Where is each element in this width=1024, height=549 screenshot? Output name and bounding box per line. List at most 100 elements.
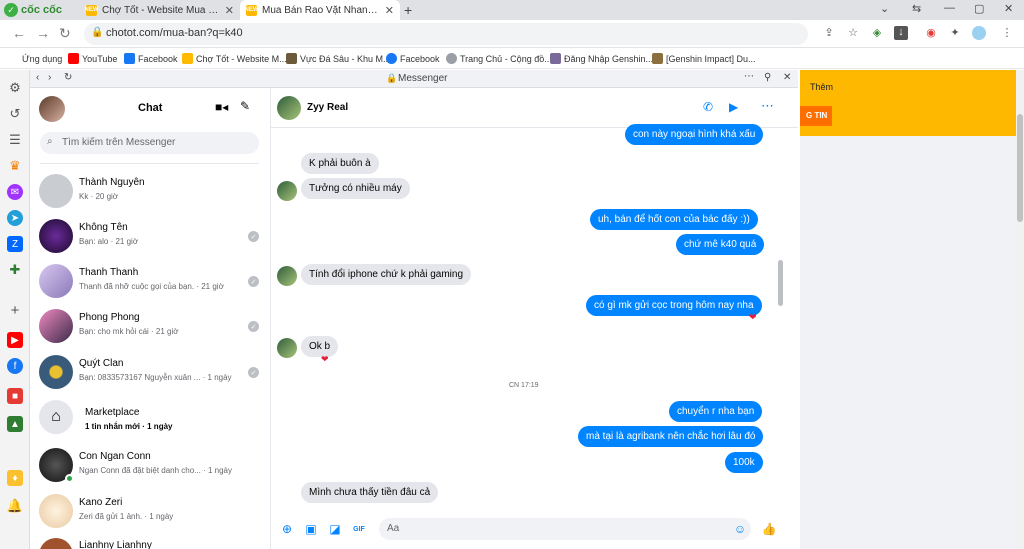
more-link[interactable]: Thêm xyxy=(810,82,833,92)
popup-close-icon[interactable]: ✕ xyxy=(783,72,791,83)
heart-reaction-icon[interactable]: ❤ xyxy=(749,312,757,323)
conversation-item[interactable]: Con Ngan Conn Ngan Conn đã đặt biệt danh… xyxy=(30,444,271,488)
chat-list-header: Chat ■◂ ✎ xyxy=(30,88,271,128)
chotot-header-banner: Thêm G TIN xyxy=(800,70,1016,136)
my-avatar[interactable] xyxy=(39,96,65,122)
conversation-preview: Zeri đã gửi 1 ảnh. · 1 ngày xyxy=(79,512,174,521)
telegram-icon[interactable]: ➤ xyxy=(7,210,23,226)
facebook-icon[interactable]: f xyxy=(7,358,23,374)
game-icon[interactable]: ✚ xyxy=(7,262,23,278)
bookmark-trangchu[interactable]: Trang Chủ - Cộng đồ... xyxy=(446,53,552,64)
scroll-thumb[interactable] xyxy=(1017,114,1023,222)
post-listing-button[interactable]: G TIN xyxy=(800,106,832,126)
notes-icon[interactable]: ☰ xyxy=(7,132,23,148)
profile-avatar[interactable] xyxy=(972,26,986,40)
url-field[interactable]: 🔒 chotot.com/mua-ban?q=k40 xyxy=(84,23,808,45)
plus-circle-icon[interactable]: ⊕ xyxy=(280,522,294,536)
conversation-item[interactable]: Quýt Clan Bạn: 0833573167 Nguyễn xuân ..… xyxy=(30,351,271,395)
gif-icon[interactable]: GIF xyxy=(352,522,366,536)
emoji-icon[interactable]: ☺ xyxy=(733,522,747,536)
contact-avatar[interactable] xyxy=(277,96,301,120)
conversation-item-marketplace[interactable]: ⌂ Marketplace 1 tin nhắn mới · 1 ngày xyxy=(30,396,271,440)
popup-more-icon[interactable]: ⋯ xyxy=(744,71,754,82)
history-icon[interactable]: ↺ xyxy=(7,106,23,122)
like-thumb-icon[interactable]: 👍 xyxy=(762,522,777,536)
back-forward-cache-icon[interactable]: ⇆ xyxy=(912,2,921,15)
add-icon[interactable]: + xyxy=(7,302,23,319)
forward-icon[interactable]: → xyxy=(36,25,50,41)
message-in[interactable]: K phải buôn à xyxy=(301,153,379,174)
close-tab-icon[interactable]: ✕ xyxy=(385,4,394,17)
bookmark-genshin-login[interactable]: Đăng Nhập Genshin... xyxy=(550,53,653,64)
search-input[interactable]: ⌕ Tìm kiếm trên Messenger xyxy=(40,132,259,154)
bookmark-star-icon[interactable]: ☆ xyxy=(846,26,860,40)
sticker-icon[interactable]: ◪ xyxy=(328,522,342,536)
video-call-icon[interactable]: ■◂ xyxy=(215,100,228,114)
message-out[interactable]: 100k xyxy=(725,452,763,473)
zalo-icon[interactable]: Z xyxy=(7,236,23,252)
message-out[interactable]: chuyển r nha bạn xyxy=(669,401,763,422)
extension-icon[interactable]: ◈ xyxy=(870,26,884,40)
settings-icon[interactable]: ⚙ xyxy=(7,80,23,96)
extensions-puzzle-icon[interactable]: ✦ xyxy=(948,26,962,40)
message-in[interactable]: Ok b xyxy=(301,336,339,357)
conversation-item[interactable]: Thanh Thanh Thanh đã nhỡ cuộc gọi của bạ… xyxy=(30,260,271,304)
app-green-icon[interactable]: ▲ xyxy=(7,416,23,432)
message-input[interactable]: Aa xyxy=(379,518,751,540)
close-tab-icon[interactable]: ✕ xyxy=(225,4,234,17)
extension-red-icon[interactable]: ◉ xyxy=(924,26,938,40)
minimize-button[interactable]: — xyxy=(944,2,955,14)
menu-icon[interactable]: ⋮ xyxy=(1000,26,1014,40)
bookmark-chotot[interactable]: Chợ Tốt - Website M... xyxy=(182,53,287,64)
tab-search-icon[interactable]: ⌄ xyxy=(880,2,889,15)
phone-call-icon[interactable]: ✆ xyxy=(703,100,713,114)
message-in[interactable]: Tính đổi iphone chứ k phải gaming xyxy=(301,264,472,285)
bookmark-facebook[interactable]: Facebook xyxy=(124,53,178,64)
message-out[interactable]: uh, bán để hốt con của bác đấy :)) xyxy=(590,209,758,230)
message-in[interactable]: Tưởng có nhiều máy xyxy=(301,178,410,199)
chat-scrollbar[interactable] xyxy=(778,260,783,306)
bookmark-vucdasau[interactable]: Vực Đá Sâu - Khu M... xyxy=(286,53,391,64)
back-icon[interactable]: ← xyxy=(12,25,26,41)
popup-back-icon[interactable]: ‹ xyxy=(36,72,39,83)
page-scrollbar[interactable] xyxy=(1016,70,1024,549)
maximize-button[interactable]: ▢ xyxy=(974,2,984,15)
contact-name[interactable]: Zyy Real xyxy=(307,102,348,113)
conversation-item[interactable]: Không Tên Bạn: alo · 21 giờ ✓ xyxy=(30,215,271,259)
heart-reaction-icon[interactable]: ❤ xyxy=(321,354,329,365)
download-icon[interactable]: ↓ xyxy=(894,26,908,40)
new-message-icon[interactable]: ✎ xyxy=(240,99,250,113)
conversation-item[interactable]: Thành Nguyên Kk · 20 giờ xyxy=(30,170,271,214)
youtube-icon[interactable]: ▶ xyxy=(7,332,23,348)
app-yellow-icon[interactable]: ♦ xyxy=(7,470,23,486)
bookmark-youtube[interactable]: YouTube xyxy=(68,53,117,64)
conversation-item[interactable]: Phong Phong Bạn: cho mk hỏi cái · 21 giờ… xyxy=(30,305,271,349)
conversation-item[interactable]: Lianhny Lianhny xyxy=(30,534,271,549)
tab-chotot[interactable]: NEW Chợ Tốt - Website Mua Bán, R ✕ xyxy=(80,0,240,20)
share-icon[interactable]: ⇪ xyxy=(822,26,836,40)
image-icon[interactable]: ▣ xyxy=(304,522,318,536)
popup-reload-icon[interactable]: ↻ xyxy=(64,72,72,83)
message-in[interactable]: Mình chưa thấy tiền đâu cả xyxy=(301,482,439,503)
bookmark-genshin-impact[interactable]: [Genshin Impact] Du... xyxy=(652,53,756,64)
pin-icon[interactable]: ⚲ xyxy=(764,72,771,83)
bookmark-apps[interactable]: Ứng dụng xyxy=(8,53,62,64)
reload-icon[interactable]: ↻ xyxy=(59,25,71,42)
tab-muaban[interactable]: NEW Mua Bán Rao Vặt Nhanh Chó ✕ xyxy=(240,0,400,20)
more-options-icon[interactable]: ⋯ xyxy=(761,98,774,114)
new-tab-button[interactable]: + xyxy=(404,2,412,18)
video-call-icon[interactable]: ▶ xyxy=(729,100,738,114)
app-red-icon[interactable]: ■ xyxy=(7,388,23,404)
message-out[interactable]: chứ mê k40 quá xyxy=(676,234,765,255)
messenger-icon[interactable]: ✉ xyxy=(7,184,23,200)
message-out[interactable]: con này ngoại hình khá xấu xyxy=(625,124,764,145)
popup-forward-icon[interactable]: › xyxy=(48,72,51,83)
message-out[interactable]: mà tại là agribank nên chắc hơi lâu đó xyxy=(578,426,764,447)
message-out[interactable]: có gì mk gửi cọc trong hôm nay nha xyxy=(586,295,762,316)
crown-icon[interactable]: ♛ xyxy=(7,158,23,174)
notification-bell-icon[interactable]: 🔔 xyxy=(7,498,23,514)
browser-brand[interactable]: ✓ cốc cốc xyxy=(4,2,62,18)
conversation-item[interactable]: Kano Zeri Zeri đã gửi 1 ảnh. · 1 ngày xyxy=(30,490,271,534)
close-window-button[interactable]: ✕ xyxy=(1004,2,1013,15)
bookmark-facebook-2[interactable]: Facebook xyxy=(386,53,440,64)
